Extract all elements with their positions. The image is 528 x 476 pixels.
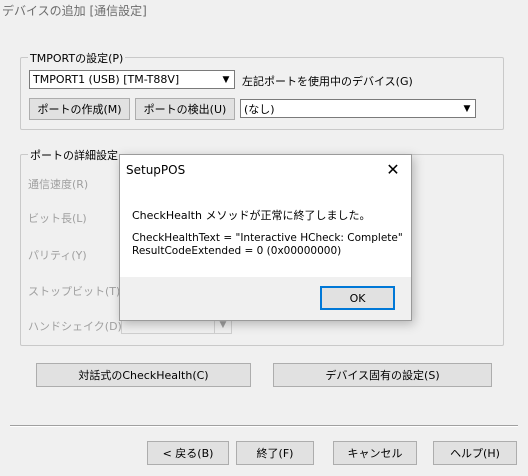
device-select-value: (なし) [244, 102, 275, 116]
port-select-value: TMPORT1 (USB) [TM-T88V] [33, 73, 180, 86]
dialog-footer: OK [120, 277, 411, 320]
port-select[interactable]: TMPORT1 (USB) [TM-T88V] ▼ [29, 70, 235, 89]
back-button[interactable]: < 戻る(B) [147, 441, 229, 465]
device-label: 左記ポートを使用中のデバイス(G) [242, 75, 413, 88]
detect-port-button[interactable]: ポートの検出(U) [135, 98, 235, 120]
chevron-down-icon[interactable]: ▼ [459, 100, 475, 117]
help-button[interactable]: ヘルプ(H) [433, 441, 517, 465]
dialog-message: CheckHealth メソッドが正常に終了しました。 [132, 209, 371, 222]
handshake-label: ハンドシェイク(D) [28, 320, 122, 333]
dialog-title: SetupPOS [126, 163, 186, 177]
stop-bit-label: ストップビット(T) [28, 285, 121, 298]
chevron-down-icon[interactable]: ▼ [218, 71, 234, 88]
device-select[interactable]: (なし) ▼ [240, 99, 476, 118]
port-detail-legend: ポートの詳細設定 [28, 147, 120, 163]
create-port-button[interactable]: ポートの作成(M) [29, 98, 130, 120]
window-title: デバイスの追加 [通信設定] [2, 4, 147, 18]
parity-label: パリティ(Y) [28, 249, 87, 262]
tmport-group-legend: TMPORTの設定(P) [28, 50, 126, 66]
baud-rate-label: 通信速度(R) [28, 178, 89, 191]
dialog-detail-line1: CheckHealthText = "Interactive HCheck: C… [132, 232, 403, 244]
checkhealth-dialog: SetupPOS ✕ CheckHealth メソッドが正常に終了しました。 C… [119, 154, 412, 321]
footer-separator [10, 425, 518, 427]
device-settings-button[interactable]: デバイス固有の設定(S) [273, 363, 492, 387]
checkhealth-button[interactable]: 対話式のCheckHealth(C) [36, 363, 251, 387]
finish-button[interactable]: 終了(F) [236, 441, 314, 465]
cancel-button[interactable]: キャンセル [333, 441, 417, 465]
bit-length-label: ビット長(L) [28, 212, 87, 225]
close-icon[interactable]: ✕ [383, 159, 403, 179]
dialog-detail-line2: ResultCodeExtended = 0 (0x00000000) [132, 245, 342, 257]
ok-button[interactable]: OK [320, 286, 395, 310]
